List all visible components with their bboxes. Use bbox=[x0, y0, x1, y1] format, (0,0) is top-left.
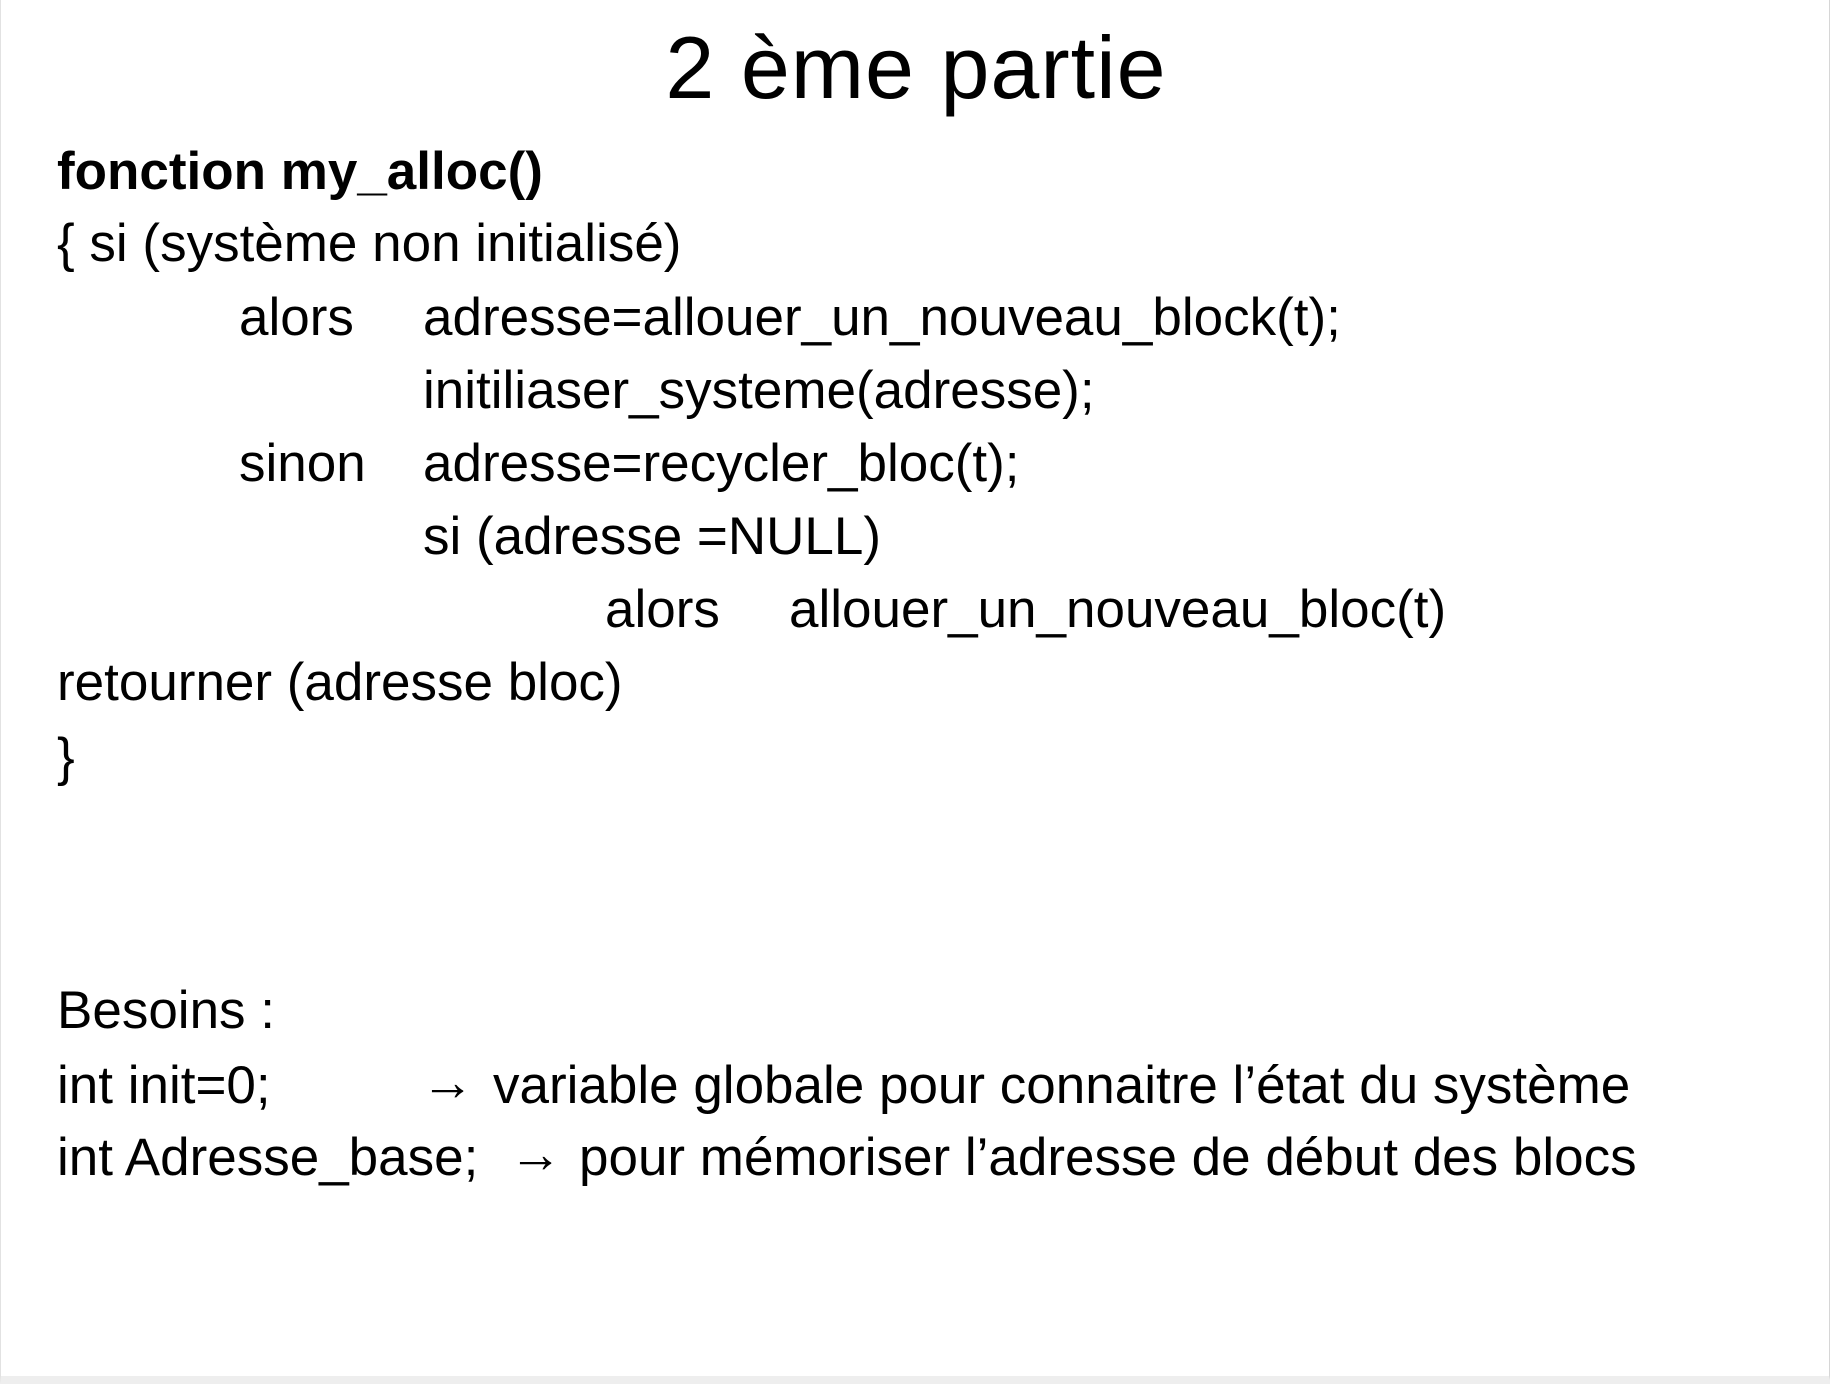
code-keyword-alors: alors bbox=[239, 288, 354, 347]
needs-item-base-desc: pour mémoriser l’adresse de début des bl… bbox=[579, 1128, 1637, 1187]
slide: 2 ème partie fonction my_alloc() { si (s… bbox=[0, 0, 1830, 1384]
code-keyword-sinon: sinon bbox=[239, 434, 366, 493]
needs-item-base-code: int Adresse_base; bbox=[57, 1128, 479, 1187]
arrow-right-icon: → bbox=[421, 1053, 474, 1112]
needs-item-init-desc: variable globale pour connaitre l’état d… bbox=[493, 1056, 1631, 1115]
code-keyword-alors-nested: alors bbox=[605, 580, 720, 639]
code-line-allocate-new: allouer_un_nouveau_bloc(t) bbox=[789, 580, 1447, 639]
code-line-return: retourner (adresse bloc) bbox=[57, 653, 623, 712]
code-closing-brace: } bbox=[57, 728, 75, 787]
code-line-null-check: si (adresse =NULL) bbox=[423, 507, 882, 566]
code-line-if: { si (système non initialisé) bbox=[57, 214, 682, 273]
needs-heading: Besoins : bbox=[57, 981, 276, 1040]
code-line-recycle: adresse=recycler_bloc(t); bbox=[423, 434, 1020, 493]
slide-title: 2 ème partie bbox=[665, 18, 1167, 117]
code-line-allocate: adresse=allouer_un_nouveau_block(t); bbox=[423, 288, 1341, 347]
function-header: fonction my_alloc() bbox=[57, 142, 543, 201]
code-line-init-system: initiliaser_systeme(adresse); bbox=[423, 361, 1095, 420]
needs-item-init-code: int init=0; bbox=[57, 1056, 271, 1115]
arrow-right-icon: → bbox=[509, 1125, 562, 1184]
